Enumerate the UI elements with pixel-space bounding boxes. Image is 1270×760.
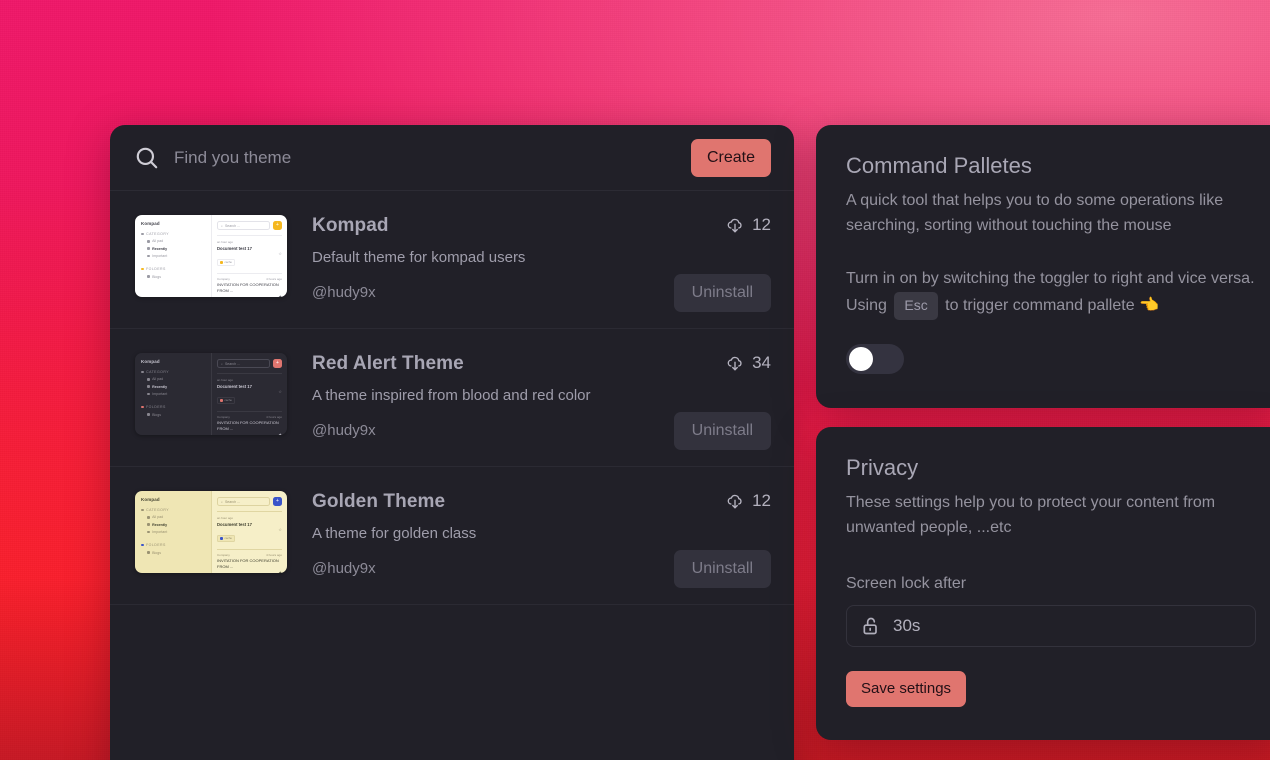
privacy-card: Privacy These settings help you to prote… <box>816 427 1270 740</box>
screen-lock-field[interactable]: 30s <box>846 604 1256 647</box>
cloud-download-icon <box>726 216 744 234</box>
preview-nav-item: Recently <box>152 522 168 527</box>
create-button[interactable]: Create <box>690 138 771 177</box>
preview-folders-label: FOLDERS <box>146 267 166 272</box>
command-palette-note: Turn in on by switching the toggler to r… <box>846 267 1256 320</box>
preview-folder-item: Blogs <box>152 274 162 279</box>
theme-preview-thumbnail: Kompad CATEGORY All pad Recently Important… <box>135 215 287 297</box>
preview-note-title: Document test 17 <box>217 245 252 251</box>
preview-note-tag: cache <box>224 536 232 541</box>
download-count: 12 <box>752 215 771 234</box>
theme-row[interactable]: Kompad CATEGORY All pad Recently Important… <box>110 467 794 605</box>
theme-list: Kompad CATEGORY All pad Recently Important… <box>110 191 794 605</box>
uninstall-button[interactable]: Uninstall <box>673 550 771 588</box>
preview-note-source: Company <box>217 414 230 419</box>
download-count-group: 12 <box>726 215 771 235</box>
download-count-group: 12 <box>726 491 771 511</box>
preview-note2-title: INVITATION FOR COOPERATION FROM ... <box>217 281 279 293</box>
preview-nav-item: Important <box>152 530 168 535</box>
download-count: 12 <box>752 491 771 510</box>
preview-add-button: + <box>273 497 282 506</box>
theme-description: A theme inspired from blood and red colo… <box>312 387 591 404</box>
command-palette-card: Command Palletes A quick tool that helps… <box>816 125 1270 408</box>
theme-preview-thumbnail: Kompad CATEGORY All pad Recently Important… <box>135 353 287 435</box>
command-palette-toggle[interactable] <box>846 343 904 374</box>
preview-note-meta: an hour ago <box>217 240 234 244</box>
theme-name: Red Alert Theme <box>312 353 464 374</box>
preview-note-title: Document test 17 <box>217 521 252 527</box>
privacy-title: Privacy <box>846 455 919 480</box>
preview-note2-meta: 4 hours ago <box>266 276 282 281</box>
privacy-description: These settings help you to protect your … <box>846 494 1216 536</box>
preview-folders-label: FOLDERS <box>146 405 166 410</box>
preview-star-filled-icon: ★ <box>278 293 282 297</box>
preview-search-placeholder: Search ... <box>224 223 240 228</box>
command-palette-note-suffix: to trigger command pallete 👈 <box>945 296 1159 314</box>
preview-add-button: + <box>273 359 282 368</box>
theme-preview-thumbnail: Kompad CATEGORY All pad Recently Important… <box>135 491 287 573</box>
preview-star-icon: ☆ <box>278 388 282 394</box>
preview-star-filled-icon: ★ <box>278 569 282 573</box>
preview-note-tag: cache <box>224 260 232 265</box>
preview-star-icon: ☆ <box>278 526 282 532</box>
preview-note-tag: cache <box>224 398 232 403</box>
preview-note-source: Company <box>217 552 230 557</box>
preview-note-source: Company <box>217 276 230 281</box>
preview-folder-item: Blogs <box>152 550 162 555</box>
screen-lock-value: 30s <box>893 615 921 635</box>
preview-nav-item: All pad <box>152 239 164 244</box>
download-count-group: 34 <box>726 353 771 373</box>
theme-description: A theme for golden class <box>312 525 477 542</box>
search-input[interactable] <box>160 137 691 178</box>
preview-note2-meta: 4 hours ago <box>266 552 282 557</box>
unlock-icon <box>861 616 881 636</box>
preview-nav-item: Important <box>152 392 168 397</box>
preview-brand: Kompad <box>141 359 160 364</box>
preview-star-filled-icon: ★ <box>278 431 282 435</box>
preview-nav-item: Recently <box>152 384 168 389</box>
preview-folder-item: Blogs <box>152 412 162 417</box>
preview-note-title: Document test 17 <box>217 383 252 389</box>
download-count: 34 <box>752 353 771 372</box>
uninstall-button[interactable]: Uninstall <box>673 274 771 312</box>
command-palette-description: A quick tool that helps you to do some o… <box>846 192 1224 234</box>
theme-name: Golden Theme <box>312 491 446 512</box>
theme-description: Default theme for kompad users <box>312 249 526 266</box>
themes-toolbar: Create <box>110 125 794 191</box>
uninstall-button[interactable]: Uninstall <box>673 412 771 450</box>
preview-category-label: CATEGORY <box>146 232 170 236</box>
preview-star-icon: ☆ <box>278 250 282 256</box>
command-palette-title: Command Palletes <box>846 153 1032 178</box>
preview-search-placeholder: Search ... <box>224 499 240 504</box>
preview-category-label: CATEGORY <box>146 370 170 374</box>
preview-brand: Kompad <box>141 221 160 226</box>
screen-lock-label: Screen lock after <box>846 574 967 592</box>
save-settings-button[interactable]: Save settings <box>846 670 967 707</box>
preview-note-meta: an hour ago <box>217 516 234 520</box>
preview-nav-item: Important <box>152 254 168 259</box>
cloud-download-icon <box>726 492 744 510</box>
preview-note2-meta: 4 hours ago <box>266 414 282 419</box>
search-icon <box>134 145 160 171</box>
preview-brand: Kompad <box>141 497 160 502</box>
preview-search-placeholder: Search ... <box>224 361 240 366</box>
preview-note-meta: an hour ago <box>217 378 234 382</box>
preview-nav-item: Recently <box>152 246 168 251</box>
preview-nav-item: All pad <box>152 377 164 382</box>
preview-note2-title: INVITATION FOR COOPERATION FROM ... <box>217 419 279 431</box>
theme-name: Kompad <box>312 215 389 236</box>
cloud-download-icon <box>726 354 744 372</box>
esc-key-badge: Esc <box>894 291 938 320</box>
toggle-knob <box>849 346 873 371</box>
theme-row[interactable]: Kompad CATEGORY All pad Recently Important… <box>110 191 794 329</box>
preview-add-button: + <box>273 221 282 230</box>
preview-note2-title: INVITATION FOR COOPERATION FROM ... <box>217 557 279 569</box>
themes-panel: Create Kompad CATEGORY All pad Recently Im… <box>110 125 794 760</box>
preview-folders-label: FOLDERS <box>146 543 166 548</box>
preview-nav-item: All pad <box>152 515 164 520</box>
theme-row[interactable]: Kompad CATEGORY All pad Recently Important… <box>110 329 794 467</box>
preview-category-label: CATEGORY <box>146 508 170 512</box>
